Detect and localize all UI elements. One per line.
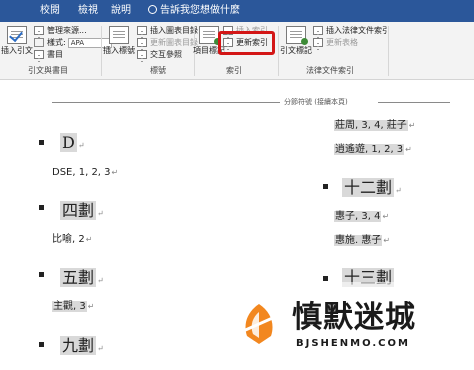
tab-review[interactable]: 校閱 [40, 4, 60, 18]
bullet [39, 140, 44, 145]
watermark-subtitle: BJSHENMO.COM [296, 338, 410, 349]
section-break-line [378, 102, 450, 103]
ribbon-tab-bar: 校閱 檢視 說明 告訴我您想做什麼 [0, 0, 474, 22]
insert-citation-button[interactable]: 插入引文 [0, 26, 34, 56]
index-heading: 五劃 ↵ [60, 268, 104, 287]
update-authorities-icon [313, 38, 323, 47]
watermark-title: 慎默迷城 [292, 300, 416, 335]
index-heading-text: D [60, 133, 77, 152]
update-table-of-authorities-label: 更新表格 [326, 38, 358, 47]
insert-table-of-authorities-label: 插入法律文件索引 [326, 26, 390, 35]
bibliography-icon [34, 50, 44, 59]
index-entry-text: 惠施. 惠子 [334, 235, 383, 246]
update-table-of-figures-label: 更新圖表目錄 [150, 38, 198, 47]
section-break-line [52, 102, 280, 103]
update-table-icon [137, 38, 147, 47]
cross-reference-icon [137, 50, 147, 59]
insert-caption-label: 插入標號 [103, 46, 135, 55]
table-of-figures-icon [137, 26, 147, 35]
update-index-highlight [218, 31, 275, 55]
mark-citation-button[interactable]: 引文標記 [279, 26, 313, 56]
index-entry-text: 惠子, 3, 4 [334, 211, 382, 222]
index-entry-text: DSE, 1, 2, 3 [52, 167, 111, 178]
bullet [323, 276, 328, 281]
index-heading: D ↵ [60, 133, 85, 152]
insert-authorities-icon [313, 26, 323, 35]
bullet [39, 272, 44, 277]
index-entry-text: 主觀, 3 [52, 301, 87, 312]
insert-citation-icon [7, 26, 27, 44]
manage-sources-label: 管理來源... [47, 26, 87, 35]
index-entry: 莊周, 3, 4, 莊子 ↵ [334, 120, 416, 131]
tab-help[interactable]: 說明 [111, 4, 131, 18]
mark-citation-icon [286, 26, 308, 45]
index-heading-text: 五劃 [60, 268, 97, 287]
index-entry: 比喻, 2↵ [52, 234, 93, 245]
insert-citation-label: 插入引文 [1, 46, 33, 55]
bullet [39, 342, 44, 347]
index-entry-text: 逍遙遊, 1, 2, 3 [334, 144, 405, 155]
mark-citation-label: 引文標記 [280, 46, 312, 55]
group-divider [388, 26, 389, 76]
index-entry: 惠施. 惠子 ↵ [334, 235, 391, 246]
index-heading: 十二劃 ↵ [342, 178, 402, 197]
index-entry-text: 莊周, 3, 4, 莊子 [334, 120, 408, 131]
index-heading-text: 九劃 [60, 336, 97, 355]
index-heading-text: 十二劃 [342, 178, 395, 197]
authorities-group-label: 法律文件索引 [306, 66, 354, 75]
cross-reference-label: 交互參照 [150, 50, 182, 59]
citations-group-label: 引文與書目 [28, 66, 68, 75]
tell-me-box[interactable]: 告訴我您想做什麼 [148, 4, 240, 18]
index-entry-text: 比喻, 2 [52, 234, 85, 245]
bullet [39, 205, 44, 210]
cross-reference-button[interactable]: 交互參照 [137, 49, 182, 60]
index-entry: 主觀, 3 ↵ [52, 301, 95, 312]
insert-caption-icon [109, 26, 129, 44]
lightbulb-icon [148, 5, 157, 14]
index-entry: DSE, 1, 2, 3↵ [52, 167, 119, 178]
update-table-of-authorities-button[interactable]: 更新表格 [313, 37, 358, 48]
style-icon [34, 38, 44, 47]
tell-me-text: 告訴我您想做什麼 [160, 5, 240, 16]
manage-sources-icon [34, 26, 44, 35]
index-group-label: 索引 [226, 66, 242, 75]
tab-view[interactable]: 檢視 [78, 4, 98, 18]
index-heading-text: 四劃 [60, 201, 97, 220]
insert-table-of-figures-label: 插入圖表目錄 [150, 26, 198, 35]
bibliography-label: 書目 [47, 50, 63, 59]
index-entry: 惠子, 3, 4 ↵ [334, 211, 390, 222]
insert-table-of-figures-button[interactable]: 插入圖表目錄 [137, 25, 198, 36]
insert-caption-button[interactable]: 插入標號 [102, 26, 136, 56]
index-heading: 四劃 ↵ [60, 201, 104, 220]
watermark-logo-icon [240, 304, 278, 344]
bibliography-button[interactable]: 書目 [34, 49, 63, 60]
citation-style-label: 樣式: [47, 38, 66, 47]
index-heading: 九劃 ↵ [60, 336, 104, 355]
captions-group-label: 標號 [150, 66, 166, 75]
manage-sources-button[interactable]: 管理來源... [34, 25, 87, 36]
section-break-label: 分節符號 (接續本頁) [282, 97, 350, 107]
insert-table-of-authorities-button[interactable]: 插入法律文件索引 [313, 25, 390, 36]
update-table-of-figures-button[interactable]: 更新圖表目錄 [137, 37, 198, 48]
mark-entry-icon [199, 26, 221, 45]
bullet [323, 184, 328, 189]
index-entry: 逍遙遊, 1, 2, 3 ↵ [334, 144, 412, 155]
